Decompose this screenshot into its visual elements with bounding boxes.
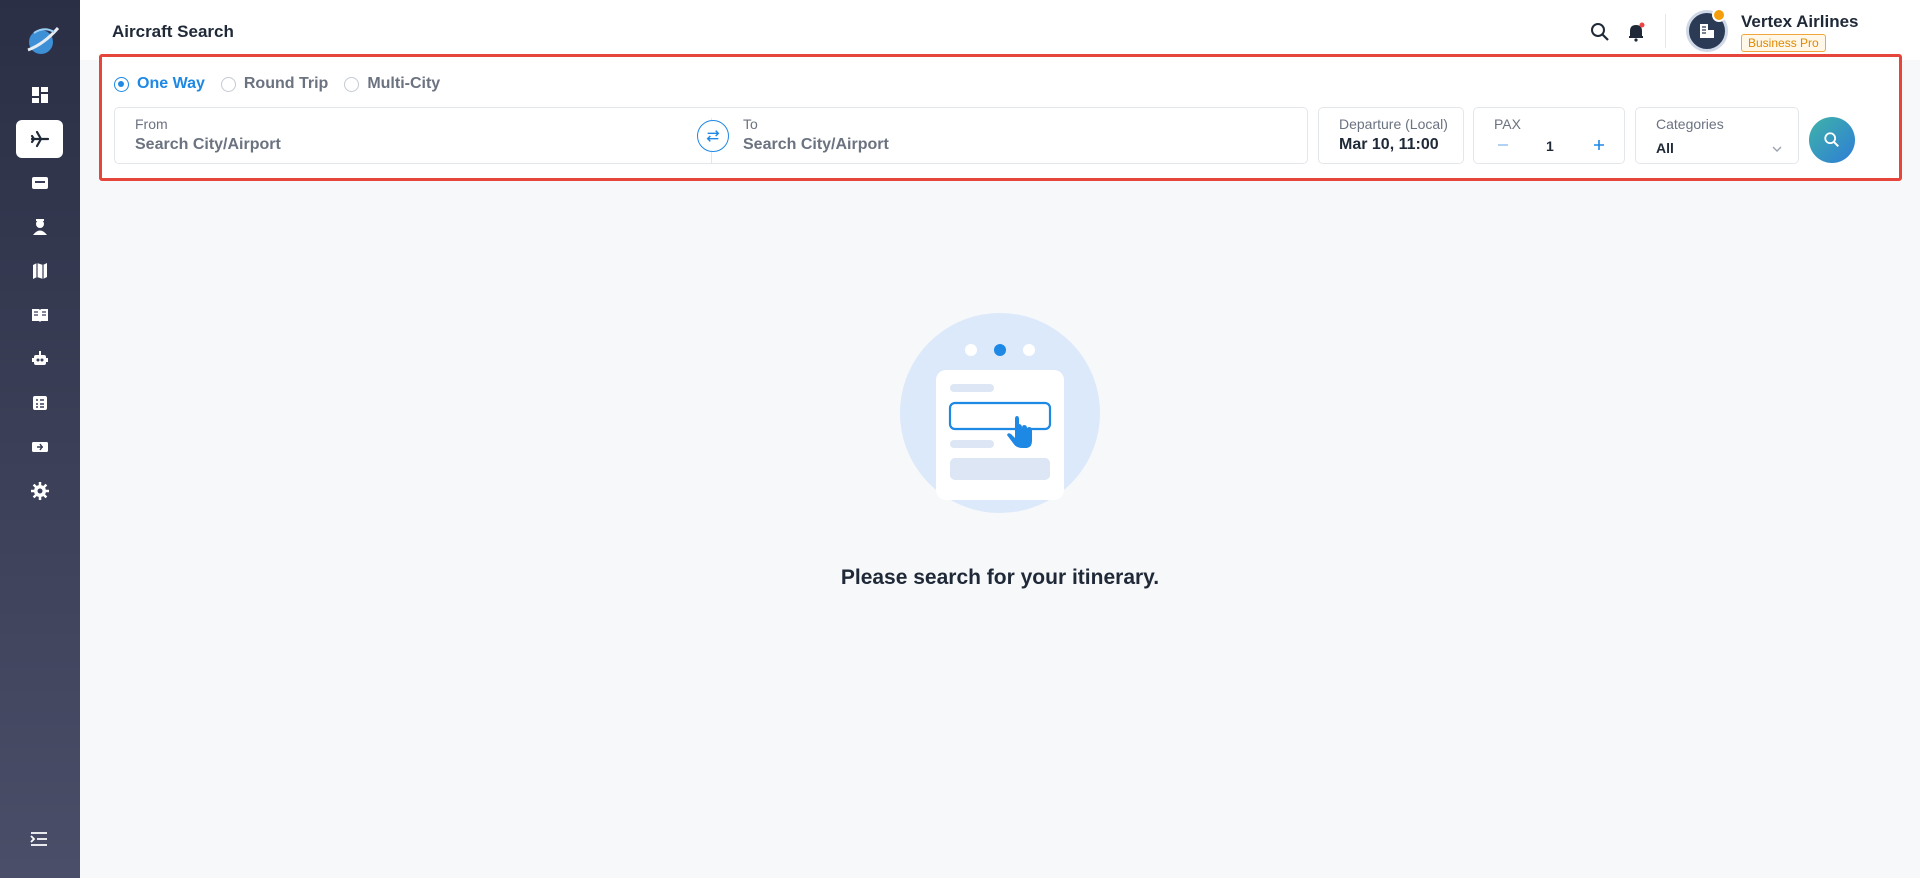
- sidebar-item-tasks[interactable]: [16, 384, 63, 422]
- swap-route-button[interactable]: [697, 120, 729, 152]
- plan-badge: Business Pro: [1741, 34, 1826, 52]
- global-search-button[interactable]: [1588, 20, 1612, 44]
- book-icon: [31, 309, 48, 322]
- premium-badge-icon: [1712, 8, 1726, 22]
- pax-count: 1: [1546, 138, 1554, 154]
- trip-type-label: Round Trip: [243, 75, 329, 92]
- ticket-icon: [31, 177, 48, 189]
- sidebar-item-map[interactable]: [16, 252, 63, 290]
- sidebar-item-tickets[interactable]: [16, 164, 63, 202]
- app-logo[interactable]: [20, 20, 62, 62]
- top-header: Aircraft Search Vertex Airlines Business…: [80, 0, 1920, 60]
- pax-decrement-button[interactable]: [1494, 136, 1512, 154]
- radio-icon: [220, 76, 236, 92]
- pax-increment-button[interactable]: [1590, 136, 1608, 154]
- departure-value: Mar 10, 11:00: [1339, 136, 1439, 153]
- categories-label: Categories: [1656, 116, 1724, 132]
- sidebar-item-assistant[interactable]: [16, 340, 63, 378]
- from-input[interactable]: Search City/Airport: [135, 136, 281, 154]
- trip-type-round-trip[interactable]: Round Trip: [220, 75, 329, 93]
- to-input[interactable]: Search City/Airport: [743, 136, 889, 154]
- sidebar-item-settings[interactable]: [16, 472, 63, 510]
- bell-icon: [1629, 22, 1645, 42]
- sidebar-collapse-button[interactable]: [24, 826, 54, 852]
- map-icon: [32, 263, 47, 279]
- plus-icon: [1594, 140, 1604, 150]
- minus-icon: [1498, 144, 1508, 146]
- trip-type-label: One Way: [137, 75, 205, 92]
- header-divider: [1665, 14, 1666, 48]
- boarding-pass-icon: [31, 442, 48, 452]
- categories-select[interactable]: Categories All: [1635, 107, 1799, 164]
- sidebar-item-guide[interactable]: [16, 296, 63, 334]
- robot-icon: [31, 351, 48, 365]
- pax-field: PAX 1: [1473, 107, 1625, 164]
- departure-label: Departure (Local): [1339, 116, 1448, 132]
- empty-state-message: Please search for your itinerary.: [840, 566, 1160, 589]
- sidebar-item-dashboard[interactable]: [16, 76, 63, 114]
- gear-icon: [30, 482, 49, 500]
- dashboard-icon: [31, 87, 48, 103]
- sidebar-item-aircraft-search[interactable]: [16, 120, 63, 158]
- sidebar: [0, 0, 80, 878]
- swap-icon: [706, 130, 720, 142]
- pilot-icon: [32, 219, 47, 235]
- trip-type-one-way[interactable]: One Way: [114, 75, 205, 93]
- building-icon: [1700, 24, 1714, 38]
- pax-label: PAX: [1494, 116, 1521, 132]
- route-field: From Search City/Airport To Search City/…: [114, 107, 1308, 164]
- departure-field[interactable]: Departure (Local) Mar 10, 11:00: [1318, 107, 1464, 164]
- sidebar-item-bookings[interactable]: [16, 428, 63, 466]
- checklist-icon: [32, 396, 47, 410]
- search-illustration: [900, 313, 1100, 513]
- radio-selected-icon: [114, 76, 129, 92]
- expand-menu-icon: [30, 832, 47, 846]
- trip-type-multi-city[interactable]: Multi-City: [344, 75, 440, 93]
- search-icon: [1824, 132, 1840, 148]
- trip-type-label: Multi-City: [367, 75, 441, 92]
- from-label: From: [135, 116, 168, 132]
- search-panel: One Way Round Trip Multi-City From Searc…: [99, 54, 1902, 181]
- page-title: Aircraft Search: [112, 22, 234, 41]
- radio-icon: [344, 76, 360, 92]
- airplane-icon: [30, 130, 49, 148]
- search-icon: [1591, 23, 1609, 41]
- company-name: Vertex Airlines: [1741, 12, 1859, 31]
- to-label: To: [743, 116, 758, 132]
- search-submit-button[interactable]: [1809, 117, 1855, 163]
- trip-type-selector: One Way Round Trip Multi-City: [114, 75, 440, 93]
- notifications-button[interactable]: [1624, 20, 1648, 44]
- categories-value: All: [1656, 140, 1674, 156]
- chevron-down-icon: [1772, 146, 1782, 152]
- sidebar-item-crew[interactable]: [16, 208, 63, 246]
